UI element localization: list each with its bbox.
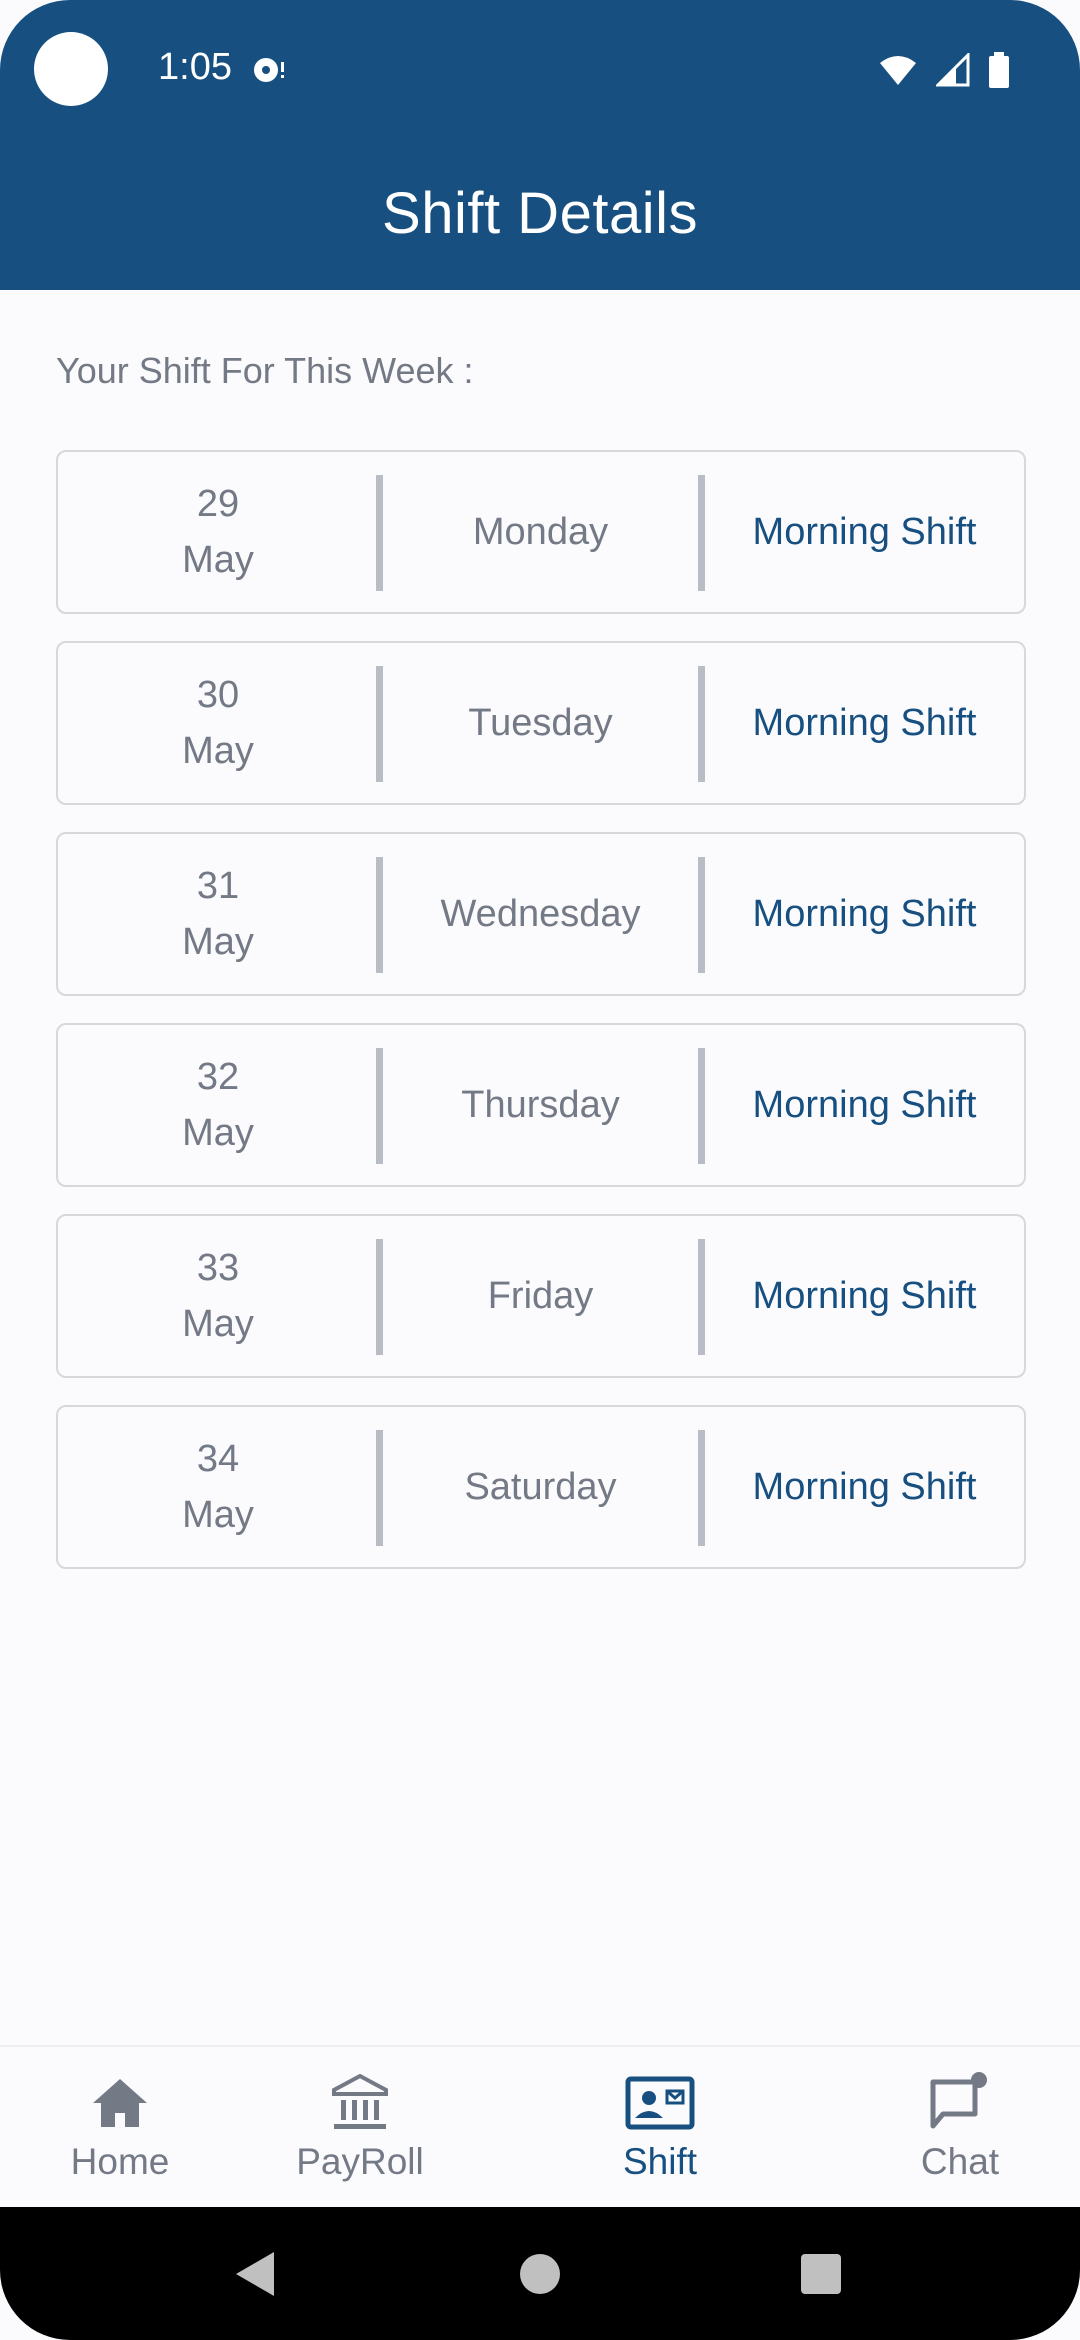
home-button-icon[interactable] — [515, 2207, 565, 2340]
shift-list: 29 May Monday Morning Shift 30 May Tuesd… — [56, 450, 1026, 1596]
divider — [376, 475, 383, 591]
date-month: May — [182, 921, 254, 963]
divider — [698, 666, 705, 782]
bottom-navigation: Home PayRoll Shift Chat — [0, 2045, 1080, 2209]
shift-type: Morning Shift — [752, 701, 977, 744]
camera-cutout — [34, 32, 108, 106]
divider — [376, 1430, 383, 1546]
shift-day: Saturday — [464, 1465, 617, 1508]
nav-shift[interactable]: Shift — [540, 2047, 780, 2209]
week-label: Your Shift For This Week : — [56, 350, 474, 391]
shift-card[interactable]: 32 May Thursday Morning Shift — [56, 1023, 1026, 1187]
divider — [376, 666, 383, 782]
date-number: 34 — [196, 1438, 240, 1480]
divider — [698, 1239, 705, 1355]
date-number: 32 — [196, 1056, 240, 1098]
date-month: May — [182, 730, 254, 772]
shift-card[interactable]: 34 May Saturday Morning Shift — [56, 1405, 1026, 1569]
shift-date: 29 May — [58, 452, 378, 612]
nav-label: Home — [70, 2141, 170, 2182]
divider — [698, 475, 705, 591]
divider — [698, 1048, 705, 1164]
sync-icon — [250, 52, 286, 88]
shift-type: Morning Shift — [752, 892, 977, 935]
date-number: 30 — [196, 674, 240, 716]
shift-card[interactable]: 30 May Tuesday Morning Shift — [56, 641, 1026, 805]
shift-type: Morning Shift — [752, 1274, 977, 1317]
shift-type: Morning Shift — [752, 1465, 977, 1508]
app-screen: 1:05 Shift Details Your Shift For This W… — [0, 0, 1080, 2340]
home-icon — [91, 2071, 149, 2135]
bank-icon — [332, 2071, 388, 2135]
wifi-icon — [878, 53, 918, 92]
shift-card[interactable]: 31 May Wednesday Morning Shift — [56, 832, 1026, 996]
recents-icon[interactable] — [798, 2207, 844, 2340]
status-time: 1:05 — [158, 46, 232, 88]
nav-home[interactable]: Home — [0, 2047, 240, 2209]
divider — [376, 857, 383, 973]
date-month: May — [182, 1112, 254, 1154]
date-month: May — [182, 1494, 254, 1536]
cell-signal-icon — [934, 51, 970, 92]
chat-notification-icon — [929, 2071, 991, 2135]
shift-date: 34 May — [58, 1407, 378, 1567]
divider — [376, 1048, 383, 1164]
system-navigation-bar — [0, 2207, 1080, 2340]
shift-type: Morning Shift — [752, 510, 977, 553]
divider — [698, 857, 705, 973]
app-header: 1:05 Shift Details — [0, 0, 1080, 290]
back-icon[interactable] — [230, 2207, 280, 2340]
date-month: May — [182, 539, 254, 581]
shift-type: Morning Shift — [752, 1083, 977, 1126]
nav-label: PayRoll — [296, 2141, 424, 2182]
date-number: 31 — [196, 865, 240, 907]
date-month: May — [182, 1303, 254, 1345]
shift-date: 32 May — [58, 1025, 378, 1185]
divider — [376, 1239, 383, 1355]
shift-date: 31 May — [58, 834, 378, 994]
shift-date: 33 May — [58, 1216, 378, 1376]
contact-card-icon — [625, 2071, 695, 2135]
shift-card[interactable]: 33 May Friday Morning Shift — [56, 1214, 1026, 1378]
shift-date: 30 May — [58, 643, 378, 803]
divider — [698, 1430, 705, 1546]
status-icons — [878, 51, 1010, 93]
shift-card[interactable]: 29 May Monday Morning Shift — [56, 450, 1026, 614]
date-number: 33 — [196, 1247, 240, 1289]
battery-icon — [988, 52, 1010, 93]
shift-day: Thursday — [461, 1083, 620, 1126]
nav-label: Chat — [920, 2141, 1000, 2182]
shift-day: Wednesday — [440, 892, 641, 935]
nav-chat[interactable]: Chat — [840, 2047, 1080, 2209]
page-title: Shift Details — [382, 181, 698, 246]
nav-label: Shift — [622, 2141, 698, 2182]
shift-day: Tuesday — [468, 701, 613, 744]
nav-payroll[interactable]: PayRoll — [240, 2047, 480, 2209]
shift-day: Monday — [472, 510, 609, 553]
shift-day: Friday — [487, 1274, 594, 1317]
date-number: 29 — [196, 483, 240, 525]
